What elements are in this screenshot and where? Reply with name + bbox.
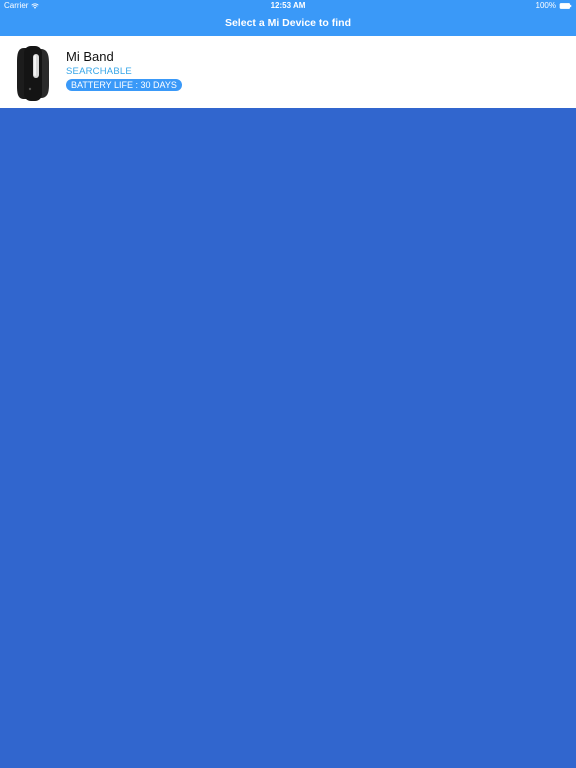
fitness-band-icon — [17, 46, 49, 101]
nav-title: Select a Mi Device to find — [224, 17, 352, 29]
battery-icon — [559, 2, 572, 9]
battery-percent: 100% — [535, 1, 556, 10]
battery-life-badge: BATTERY LIFE : 30 DAYS — [66, 79, 182, 91]
status-bar: Carrier 12:53 AM 100% — [0, 0, 576, 12]
device-name: Mi Band — [66, 49, 114, 64]
device-status: SEARCHABLE — [66, 66, 132, 77]
battery-group: 100% — [536, 1, 572, 10]
top-bar: Carrier 12:53 AM 100% Select a Mi Device… — [0, 0, 576, 36]
device-row-mi-band[interactable]: Mi Band SEARCHABLE BATTERY LIFE : 30 DAY… — [0, 36, 576, 108]
status-time: 12:53 AM — [270, 1, 306, 10]
app-screen: { "status_bar": { "carrier": "Carrier", … — [0, 0, 576, 768]
